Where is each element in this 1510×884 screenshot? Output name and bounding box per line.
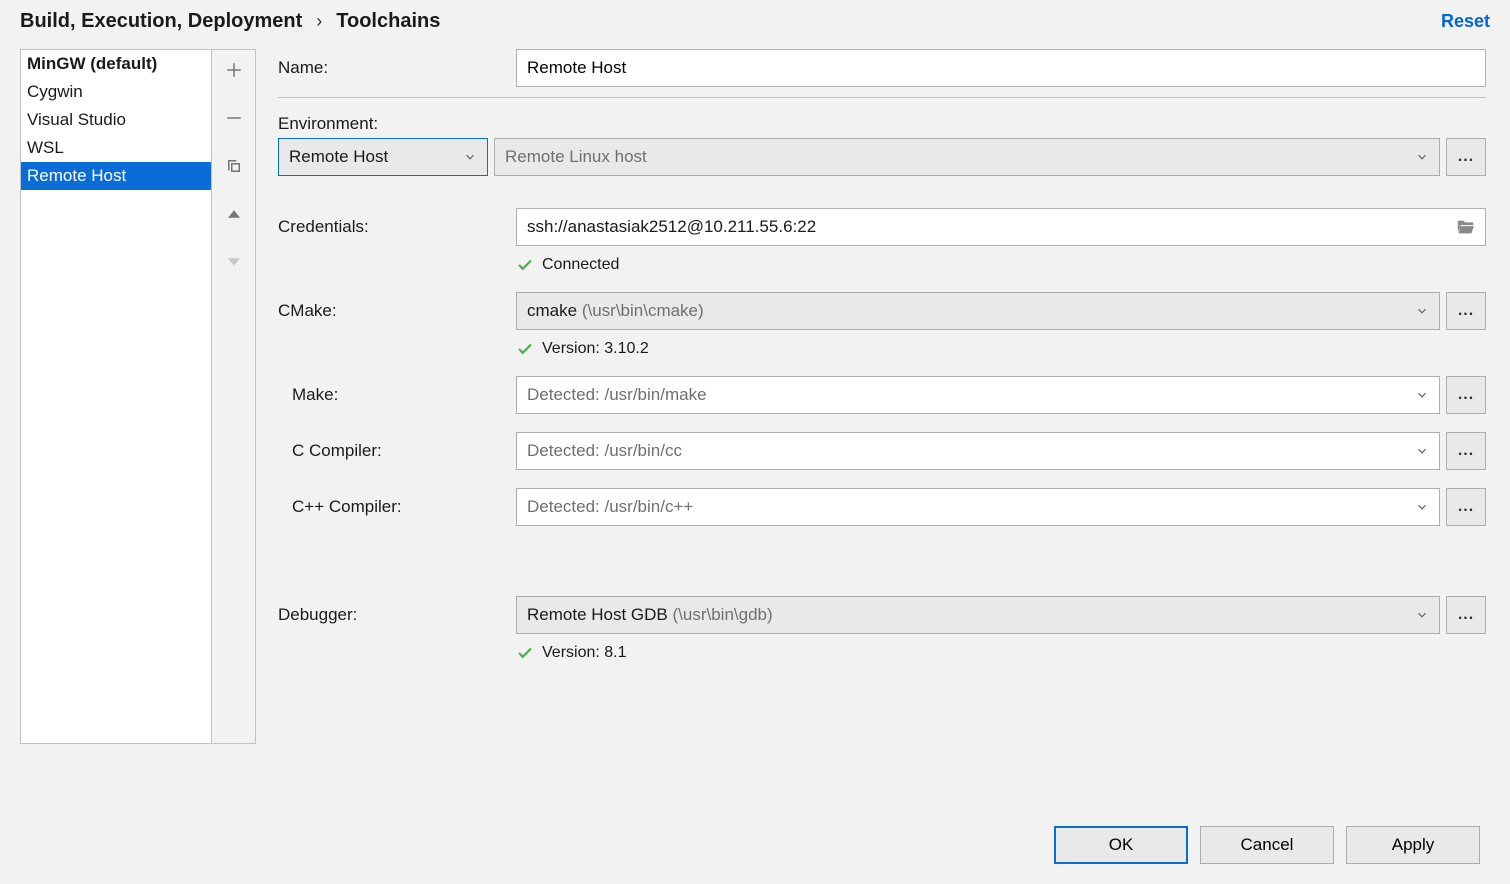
cpp-compiler-label: C++ Compiler: bbox=[278, 497, 516, 517]
name-label: Name: bbox=[278, 58, 516, 78]
make-browse-button[interactable]: ... bbox=[1446, 376, 1486, 414]
copy-icon bbox=[225, 157, 243, 175]
chevron-down-icon bbox=[1415, 388, 1429, 402]
add-button[interactable] bbox=[222, 58, 246, 82]
toolchain-form: Name: Environment: Remote Host Remote Li… bbox=[278, 49, 1490, 744]
credentials-label: Credentials: bbox=[278, 217, 516, 237]
copy-button[interactable] bbox=[222, 154, 246, 178]
toolchain-item-mingw[interactable]: MinGW (default) bbox=[21, 50, 211, 78]
toolchain-item-wsl[interactable]: WSL bbox=[21, 134, 211, 162]
toolchain-item-visual-studio[interactable]: Visual Studio bbox=[21, 106, 211, 134]
environment-type-value: Remote Host bbox=[289, 147, 388, 167]
debugger-secondary: (\usr\bin\gdb) bbox=[673, 605, 773, 624]
checkmark-icon bbox=[516, 644, 534, 662]
folder-open-icon[interactable] bbox=[1455, 216, 1477, 238]
environment-browse-button[interactable]: ... bbox=[1446, 138, 1486, 176]
cmake-browse-button[interactable]: ... bbox=[1446, 292, 1486, 330]
environment-type-select[interactable]: Remote Host bbox=[278, 138, 488, 176]
header: Build, Execution, Deployment › Toolchain… bbox=[0, 0, 1510, 49]
breadcrumb: Build, Execution, Deployment › Toolchain… bbox=[20, 10, 440, 33]
toolchain-toolbar bbox=[211, 50, 255, 743]
environment-host-placeholder: Remote Linux host bbox=[505, 147, 647, 167]
ok-button[interactable]: OK bbox=[1054, 826, 1188, 864]
environment-host-select[interactable]: Remote Linux host bbox=[494, 138, 1440, 176]
credentials-value: ssh://anastasiak2512@10.211.55.6:22 bbox=[527, 217, 816, 237]
checkmark-icon bbox=[516, 340, 534, 358]
credentials-input[interactable]: ssh://anastasiak2512@10.211.55.6:22 bbox=[516, 208, 1486, 246]
c-compiler-label: C Compiler: bbox=[278, 441, 516, 461]
toolchain-item-remote-host[interactable]: Remote Host bbox=[21, 162, 211, 190]
toolchain-sidebar: MinGW (default) Cygwin Visual Studio WSL… bbox=[20, 49, 256, 744]
cmake-label: CMake: bbox=[278, 301, 516, 321]
environment-label: Environment: bbox=[278, 114, 516, 134]
chevron-down-icon bbox=[1415, 150, 1429, 164]
c-compiler-browse-button[interactable]: ... bbox=[1446, 432, 1486, 470]
toolchain-item-cygwin[interactable]: Cygwin bbox=[21, 78, 211, 106]
cancel-button[interactable]: Cancel bbox=[1200, 826, 1334, 864]
breadcrumb-parent[interactable]: Build, Execution, Deployment bbox=[20, 10, 302, 33]
make-select[interactable]: Detected: /usr/bin/make bbox=[516, 376, 1440, 414]
chevron-down-icon bbox=[1415, 444, 1429, 458]
move-up-button[interactable] bbox=[222, 202, 246, 226]
plus-icon bbox=[225, 61, 243, 79]
chevron-right-icon: › bbox=[316, 11, 322, 32]
cpp-compiler-browse-button[interactable]: ... bbox=[1446, 488, 1486, 526]
cmake-secondary: (\usr\bin\cmake) bbox=[582, 301, 704, 320]
chevron-down-icon bbox=[1415, 608, 1429, 622]
credentials-status: Connected bbox=[516, 256, 1486, 274]
debugger-status: Version: 8.1 bbox=[516, 644, 1486, 662]
minus-icon bbox=[225, 109, 243, 127]
triangle-down-icon bbox=[225, 253, 243, 271]
divider bbox=[278, 97, 1486, 98]
debugger-select[interactable]: Remote Host GDB (\usr\bin\gdb) bbox=[516, 596, 1440, 634]
cmake-primary: cmake bbox=[527, 301, 577, 320]
apply-button[interactable]: Apply bbox=[1346, 826, 1480, 864]
cpp-compiler-select[interactable]: Detected: /usr/bin/c++ bbox=[516, 488, 1440, 526]
make-label: Make: bbox=[278, 385, 516, 405]
name-input[interactable] bbox=[516, 49, 1486, 87]
chevron-down-icon bbox=[1415, 304, 1429, 318]
breadcrumb-current: Toolchains bbox=[336, 10, 440, 33]
cmake-select[interactable]: cmake (\usr\bin\cmake) bbox=[516, 292, 1440, 330]
debugger-primary: Remote Host GDB bbox=[527, 605, 668, 624]
triangle-up-icon bbox=[225, 205, 243, 223]
chevron-down-icon bbox=[463, 150, 477, 164]
c-compiler-placeholder: Detected: /usr/bin/cc bbox=[527, 441, 682, 461]
reset-link[interactable]: Reset bbox=[1441, 11, 1490, 32]
debugger-browse-button[interactable]: ... bbox=[1446, 596, 1486, 634]
move-down-button[interactable] bbox=[222, 250, 246, 274]
c-compiler-select[interactable]: Detected: /usr/bin/cc bbox=[516, 432, 1440, 470]
checkmark-icon bbox=[516, 256, 534, 274]
toolchain-list[interactable]: MinGW (default) Cygwin Visual Studio WSL… bbox=[21, 50, 211, 743]
dialog-footer: OK Cancel Apply bbox=[1054, 826, 1480, 864]
make-placeholder: Detected: /usr/bin/make bbox=[527, 385, 707, 405]
debugger-label: Debugger: bbox=[278, 605, 516, 625]
remove-button[interactable] bbox=[222, 106, 246, 130]
chevron-down-icon bbox=[1415, 500, 1429, 514]
cpp-compiler-placeholder: Detected: /usr/bin/c++ bbox=[527, 497, 693, 517]
cmake-status: Version: 3.10.2 bbox=[516, 340, 1486, 358]
